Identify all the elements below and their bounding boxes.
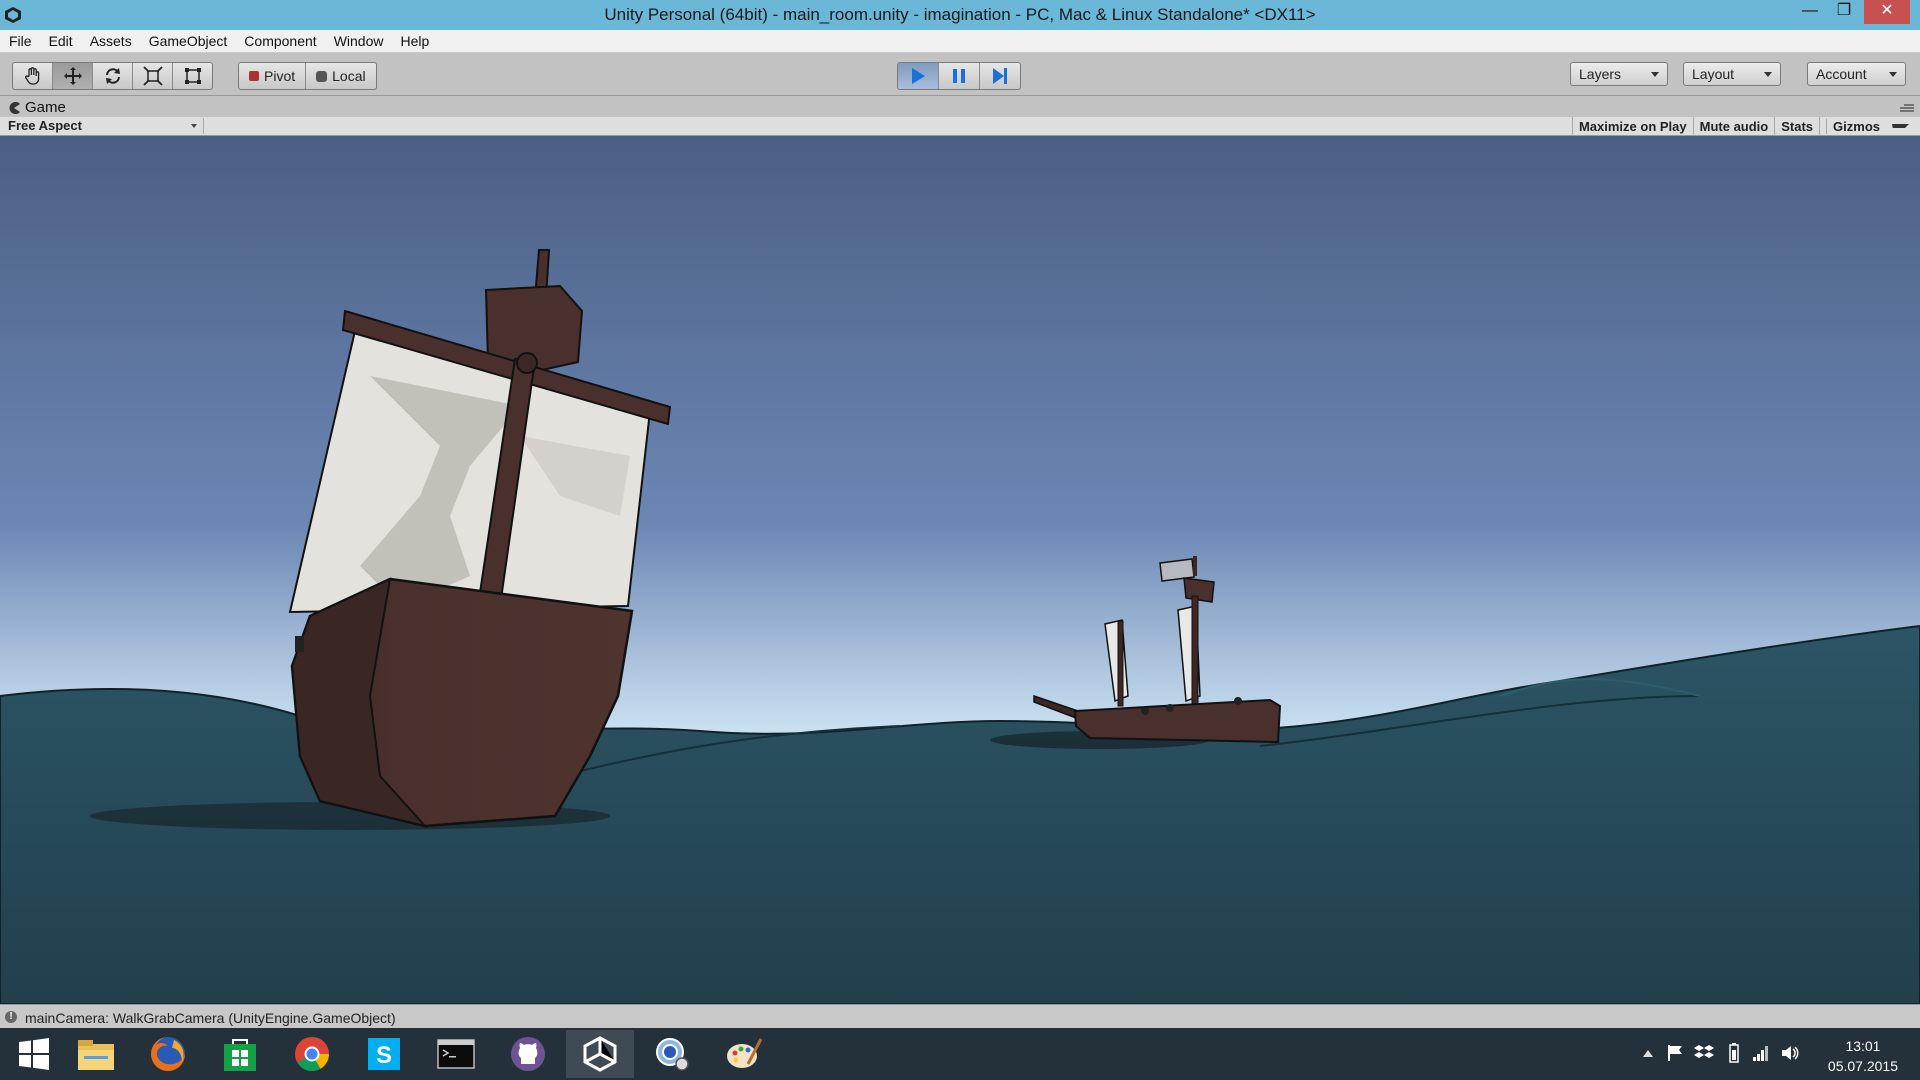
menu-edit[interactable]: Edit bbox=[40, 30, 81, 49]
menu-bar: File Edit Assets GameObject Component Window H… bbox=[0, 30, 1920, 53]
console-message[interactable]: mainCamera: WalkGrabCamera (UnityEngine.… bbox=[25, 1010, 396, 1026]
step-icon[interactable] bbox=[980, 63, 1020, 89]
chevron-down-icon bbox=[191, 124, 197, 128]
layers-dropdown[interactable]: Layers bbox=[1570, 62, 1668, 86]
playback-controls bbox=[897, 62, 1021, 90]
action-center-flag-icon[interactable] bbox=[1666, 1044, 1684, 1062]
account-label: Account bbox=[1816, 66, 1867, 82]
menu-component[interactable]: Component bbox=[235, 30, 324, 49]
firefox-icon[interactable] bbox=[134, 1030, 202, 1078]
svg-text:S: S bbox=[376, 1042, 392, 1069]
tab-game-label: Game bbox=[25, 99, 66, 116]
main-toolbar: Pivot Local Layers Layout Account bbox=[0, 53, 1920, 96]
paint-icon[interactable] bbox=[710, 1030, 778, 1078]
minimize-icon[interactable]: — bbox=[1793, 0, 1827, 24]
gizmos-dropdown[interactable]: Gizmos bbox=[1819, 117, 1915, 135]
clock-date: 05.07.2015 bbox=[1827, 1058, 1898, 1074]
taskbar: S 13:01 05.07.2015 bbox=[0, 1028, 1920, 1080]
network-signal-icon[interactable] bbox=[1752, 1044, 1770, 1062]
layers-label: Layers bbox=[1579, 66, 1622, 82]
tab-game[interactable]: Game bbox=[8, 98, 66, 117]
window-title: Unity Personal (64bit) - main_room.unity… bbox=[604, 5, 1316, 24]
window-titlebar: Unity Personal (64bit) - main_room.unity… bbox=[0, 0, 1920, 30]
local-label: Local bbox=[332, 68, 366, 84]
game-scene bbox=[0, 136, 1920, 1004]
chevron-down-icon bbox=[1651, 71, 1659, 77]
stats-toggle[interactable]: Stats bbox=[1774, 117, 1819, 135]
local-button[interactable]: Local bbox=[306, 63, 375, 89]
aspect-label: Free Aspect bbox=[8, 118, 82, 133]
game-view-options: Maximize on Play Mute audio Stats Gizmos bbox=[1571, 117, 1915, 135]
pivot-label: Pivot bbox=[264, 68, 296, 84]
chevron-down-icon bbox=[1889, 71, 1897, 77]
layout-label: Layout bbox=[1692, 66, 1735, 82]
scale-icon[interactable] bbox=[133, 63, 173, 89]
transform-tools bbox=[12, 62, 213, 90]
chrome-icon[interactable] bbox=[278, 1030, 346, 1078]
menu-window[interactable]: Window bbox=[325, 30, 392, 49]
panel-menu-icon[interactable] bbox=[1900, 104, 1914, 112]
maximize-on-play-toggle[interactable]: Maximize on Play bbox=[1571, 117, 1693, 135]
close-icon[interactable]: ✕ bbox=[1864, 0, 1910, 24]
play-icon[interactable] bbox=[898, 63, 939, 89]
layout-dropdown[interactable]: Layout bbox=[1683, 62, 1781, 86]
move-icon[interactable] bbox=[53, 63, 93, 89]
account-dropdown[interactable]: Account bbox=[1807, 62, 1906, 86]
pivot-button[interactable]: Pivot bbox=[239, 63, 307, 89]
gizmos-label: Gizmos bbox=[1826, 118, 1886, 134]
menu-file[interactable]: File bbox=[0, 30, 40, 49]
pivot-local-group: Pivot Local bbox=[238, 62, 377, 90]
skype-icon[interactable]: S bbox=[350, 1030, 418, 1078]
mute-audio-toggle[interactable]: Mute audio bbox=[1692, 117, 1775, 135]
store-icon[interactable] bbox=[206, 1030, 274, 1078]
command-prompt-icon[interactable] bbox=[422, 1030, 490, 1078]
dropbox-icon[interactable] bbox=[1694, 1043, 1714, 1063]
game-panel-header: Game bbox=[0, 96, 1920, 117]
rotate-icon[interactable] bbox=[93, 63, 133, 89]
local-icon bbox=[316, 70, 328, 82]
clock-time: 13:01 bbox=[1845, 1038, 1881, 1054]
show-hidden-icons-icon[interactable] bbox=[1642, 1049, 1654, 1059]
restore-icon[interactable]: ❐ bbox=[1827, 0, 1861, 24]
clock[interactable]: 13:01 05.07.2015 bbox=[1828, 1036, 1898, 1076]
remote-desktop-icon[interactable] bbox=[638, 1030, 706, 1078]
game-view-toolbar: Free Aspect Maximize on Play Mute audio … bbox=[0, 117, 1920, 136]
volume-icon[interactable] bbox=[1780, 1043, 1800, 1063]
chevron-down-icon bbox=[1764, 71, 1772, 77]
file-explorer-icon[interactable] bbox=[62, 1030, 130, 1078]
menu-gameobject[interactable]: GameObject bbox=[140, 30, 236, 49]
github-icon[interactable] bbox=[494, 1030, 562, 1078]
unity-icon[interactable] bbox=[566, 1030, 634, 1078]
menu-assets[interactable]: Assets bbox=[81, 30, 140, 49]
pivot-icon bbox=[249, 71, 259, 81]
info-icon: ! bbox=[5, 1011, 17, 1023]
chevron-down-icon bbox=[1892, 124, 1909, 128]
rect-tool-icon[interactable] bbox=[173, 63, 212, 89]
game-viewport[interactable] bbox=[0, 136, 1920, 1004]
pause-icon[interactable] bbox=[939, 63, 980, 89]
aspect-dropdown[interactable]: Free Aspect bbox=[8, 118, 204, 134]
menu-help[interactable]: Help bbox=[391, 30, 437, 49]
windows-start-icon[interactable] bbox=[0, 1030, 68, 1078]
hand-icon[interactable] bbox=[13, 63, 53, 89]
pacman-game-icon bbox=[9, 101, 20, 114]
status-bar: ! mainCamera: WalkGrabCamera (UnityEngin… bbox=[0, 1004, 1920, 1029]
battery-icon[interactable] bbox=[1726, 1042, 1742, 1064]
